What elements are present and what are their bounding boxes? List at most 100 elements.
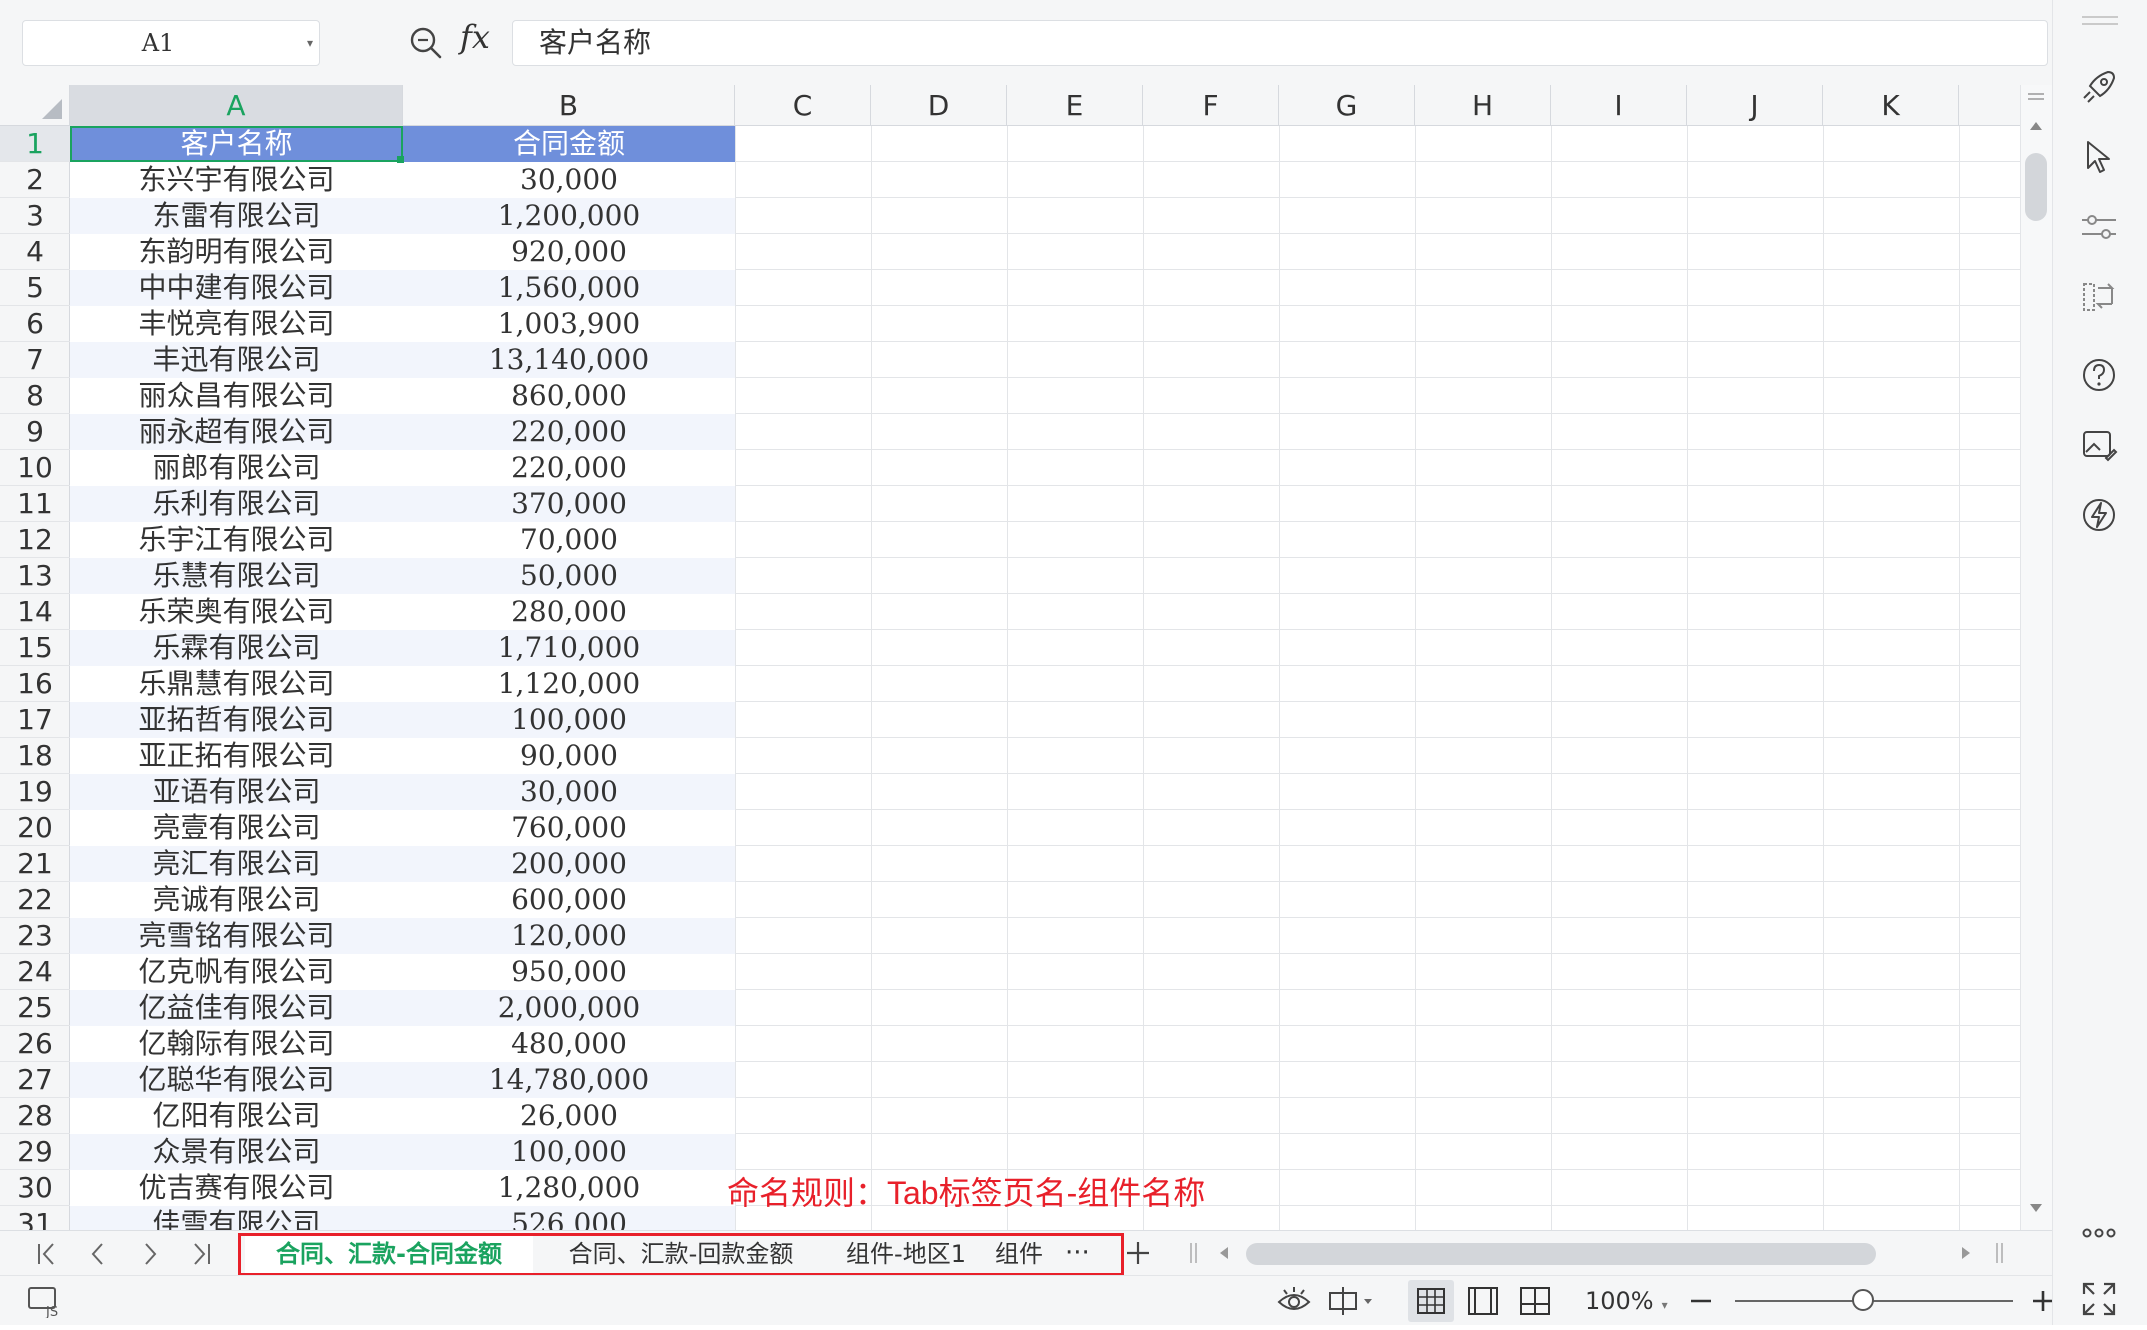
contract-amount-cell[interactable]: 2,000,000: [403, 990, 735, 1026]
fill-handle[interactable]: [397, 156, 404, 163]
select-all-corner[interactable]: [0, 85, 70, 126]
contract-amount-cell[interactable]: 100,000: [403, 702, 735, 738]
contract-amount-cell[interactable]: 480,000: [403, 1026, 735, 1062]
tab-splitter-icon[interactable]: [1188, 1241, 1200, 1265]
more-tabs-button[interactable]: ···: [1065, 1236, 1090, 1270]
contract-amount-cell[interactable]: 600,000: [403, 882, 735, 918]
customer-name-cell[interactable]: 乐鼎慧有限公司: [70, 666, 403, 702]
page-break-preview-icon[interactable]: [1518, 1284, 1552, 1318]
hscroll-splitter-icon[interactable]: [1994, 1241, 2006, 1265]
add-sheet-icon[interactable]: [1120, 1233, 1156, 1273]
chevron-down-icon[interactable]: ▾: [307, 21, 313, 65]
contract-amount-cell[interactable]: 26,000: [403, 1098, 735, 1134]
help-icon[interactable]: [2076, 352, 2122, 398]
contract-amount-cell[interactable]: 950,000: [403, 954, 735, 990]
customer-name-cell[interactable]: 众景有限公司: [70, 1134, 403, 1170]
first-sheet-icon[interactable]: [26, 1237, 66, 1271]
zoom-slider-track[interactable]: [1735, 1300, 2013, 1302]
contract-amount-cell[interactable]: 30,000: [403, 774, 735, 810]
contract-amount-cell[interactable]: 1,560,000: [403, 270, 735, 306]
column-header[interactable]: A: [70, 85, 403, 126]
table-header-cell[interactable]: 合同金额: [403, 126, 735, 162]
row-header[interactable]: 1: [0, 126, 70, 162]
row-header[interactable]: 24: [0, 954, 70, 990]
contract-amount-cell[interactable]: 120,000: [403, 918, 735, 954]
contract-amount-cell[interactable]: 760,000: [403, 810, 735, 846]
column-header[interactable]: F: [1143, 85, 1279, 126]
row-header[interactable]: 16: [0, 666, 70, 702]
customer-name-cell[interactable]: 亚拓哲有限公司: [70, 702, 403, 738]
row-header[interactable]: 9: [0, 414, 70, 450]
contract-amount-cell[interactable]: 1,280,000: [403, 1170, 735, 1206]
fx-icon[interactable]: fx: [460, 18, 490, 56]
row-header[interactable]: 25: [0, 990, 70, 1026]
image-edit-icon[interactable]: [2076, 422, 2122, 468]
contract-amount-cell[interactable]: 1,003,900: [403, 306, 735, 342]
customer-name-cell[interactable]: 丽众昌有限公司: [70, 378, 403, 414]
customer-name-cell[interactable]: 亮雪铭有限公司: [70, 918, 403, 954]
row-header[interactable]: 4: [0, 234, 70, 270]
page-layout-icon[interactable]: [1466, 1284, 1500, 1318]
sliders-icon[interactable]: [2076, 204, 2122, 250]
eye-protection-icon[interactable]: [1276, 1284, 1312, 1318]
row-header[interactable]: 17: [0, 702, 70, 738]
scroll-right-icon[interactable]: [1960, 1245, 1972, 1261]
contract-amount-cell[interactable]: 370,000: [403, 486, 735, 522]
column-header[interactable]: C: [735, 85, 871, 126]
zoom-level-dropdown[interactable]: 100% ▾: [1585, 1276, 1668, 1330]
row-header[interactable]: 18: [0, 738, 70, 774]
row-header[interactable]: 31: [0, 1206, 70, 1230]
column-header[interactable]: I: [1551, 85, 1687, 126]
customer-name-cell[interactable]: 乐宇江有限公司: [70, 522, 403, 558]
contract-amount-cell[interactable]: 280,000: [403, 594, 735, 630]
customer-name-cell[interactable]: 优吉赛有限公司: [70, 1170, 403, 1206]
row-header[interactable]: 22: [0, 882, 70, 918]
horizontal-scroll-thumb[interactable]: [1246, 1243, 1876, 1265]
column-header[interactable]: G: [1279, 85, 1415, 126]
contract-amount-cell[interactable]: 100,000: [403, 1134, 735, 1170]
formula-input[interactable]: 客户名称: [512, 20, 2048, 66]
zoom-slider-knob[interactable]: [1851, 1289, 1874, 1311]
lightning-icon[interactable]: [2076, 492, 2122, 538]
zoom-out-icon[interactable]: [1688, 1284, 1714, 1318]
layout-options-icon[interactable]: [1326, 1284, 1378, 1318]
normal-view-button-bg[interactable]: [1408, 1280, 1454, 1322]
zoom-search-icon[interactable]: [408, 25, 444, 61]
scroll-up-icon[interactable]: [2029, 121, 2043, 131]
row-header[interactable]: 30: [0, 1170, 70, 1206]
spreadsheet-grid[interactable]: ABCDEFGHIJK 1 2 3 4 5 6 7 8 9 10 11 12 13 14 15 16 17 18 1…: [0, 85, 2020, 1230]
contract-amount-cell[interactable]: 1,120,000: [403, 666, 735, 702]
customer-name-cell[interactable]: 丰悦亮有限公司: [70, 306, 403, 342]
sheet-tab[interactable]: 合同、汇款-回款金额: [541, 1236, 821, 1273]
customer-name-cell[interactable]: 东韵明有限公司: [70, 234, 403, 270]
contract-amount-cell[interactable]: 70,000: [403, 522, 735, 558]
cell-area[interactable]: 客户名称 合同金额 东兴宇有限公司 30,000 东雷有限公司 1,200,000 东韵明有…: [70, 126, 2020, 1230]
column-header[interactable]: E: [1007, 85, 1143, 126]
name-box[interactable]: A1 ▾: [22, 20, 320, 66]
customer-name-cell[interactable]: 丽永超有限公司: [70, 414, 403, 450]
customer-name-cell[interactable]: 亚语有限公司: [70, 774, 403, 810]
customer-name-cell[interactable]: 亿克帆有限公司: [70, 954, 403, 990]
more-icon[interactable]: [2076, 1210, 2122, 1256]
customer-name-cell[interactable]: 亮诚有限公司: [70, 882, 403, 918]
vertical-scroll-thumb[interactable]: [2025, 153, 2047, 221]
contract-amount-cell[interactable]: 920,000: [403, 234, 735, 270]
contract-amount-cell[interactable]: 860,000: [403, 378, 735, 414]
cursor-icon[interactable]: [2076, 134, 2122, 180]
contract-amount-cell[interactable]: 50,000: [403, 558, 735, 594]
row-header[interactable]: 6: [0, 306, 70, 342]
row-header[interactable]: 5: [0, 270, 70, 306]
contract-amount-cell[interactable]: 1,710,000: [403, 630, 735, 666]
scroll-left-icon[interactable]: [1218, 1245, 1230, 1261]
row-header[interactable]: 20: [0, 810, 70, 846]
row-header[interactable]: 28: [0, 1098, 70, 1134]
column-header[interactable]: H: [1415, 85, 1551, 126]
vertical-scrollbar[interactable]: [2020, 85, 2052, 1230]
customer-name-cell[interactable]: 乐利有限公司: [70, 486, 403, 522]
sheet-tab[interactable]: 组件: [989, 1236, 1049, 1273]
contract-amount-cell[interactable]: 1,200,000: [403, 198, 735, 234]
customer-name-cell[interactable]: 东雷有限公司: [70, 198, 403, 234]
row-header[interactable]: 21: [0, 846, 70, 882]
row-header[interactable]: 26: [0, 1026, 70, 1062]
customer-name-cell[interactable]: 亿益佳有限公司: [70, 990, 403, 1026]
